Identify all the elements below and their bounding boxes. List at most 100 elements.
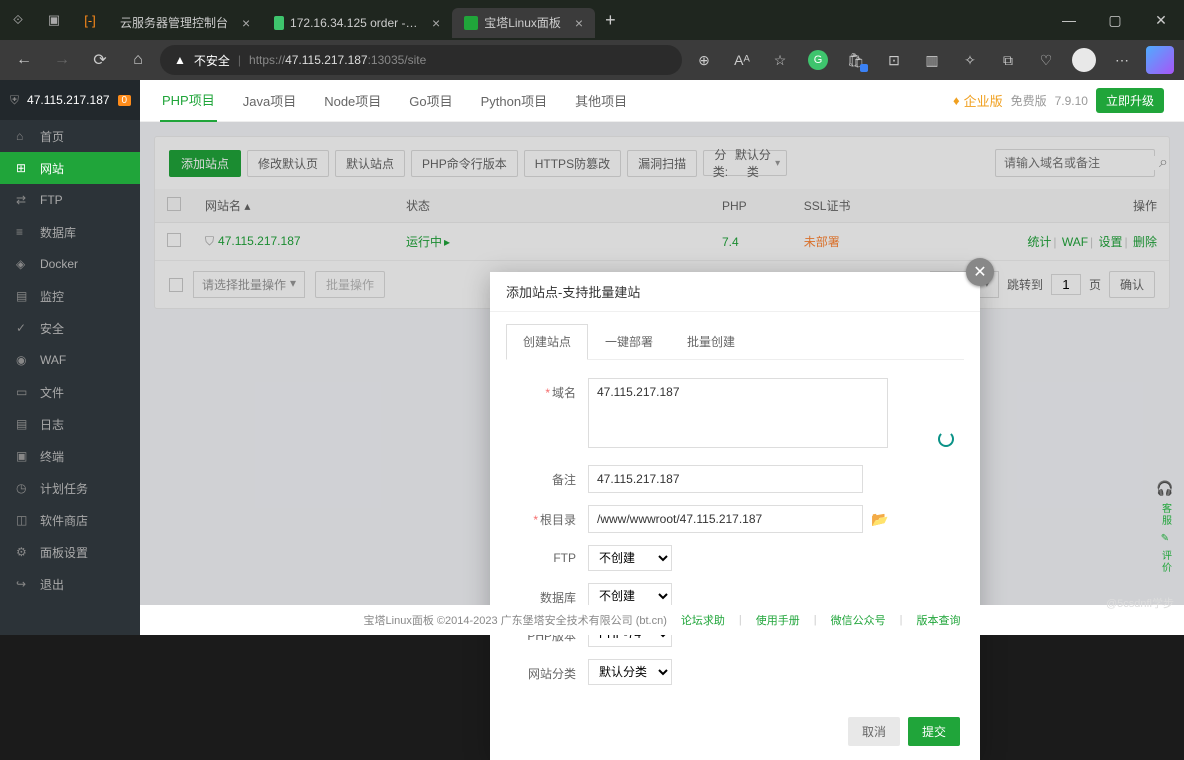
sidebar-icon-10: ▣ [16, 449, 30, 463]
sidebar-icon-13: ⚙ [16, 545, 30, 559]
url-text: https://47.115.217.187:13035/site [249, 53, 426, 67]
sidebar-item-6[interactable]: ✓安全 [0, 312, 140, 344]
sidebar-icon-12: ◫ [16, 513, 30, 527]
sidebar-item-9[interactable]: ▤日志 [0, 408, 140, 440]
main-area: PHP项目 Java项目 Node项目 Go项目 Python项目 其他项目 ♦… [140, 80, 1184, 635]
sidebar-label-2: FTP [40, 193, 63, 207]
footer-link-2[interactable]: 微信公众号 [831, 612, 886, 628]
sidebar-item-14[interactable]: ↪退出 [0, 568, 140, 600]
sidebar-icon-0: ⌂ [16, 129, 30, 143]
tab-0-label: 云服务器管理控制台 [120, 14, 228, 31]
workspace-icon[interactable]: ⟐ [0, 0, 36, 40]
sidebar-icon-8: ▭ [16, 385, 30, 399]
sidebar-label-0: 首页 [40, 128, 64, 145]
sidebar-item-3[interactable]: ≡数据库 [0, 216, 140, 248]
shield-icon: ⛨ [10, 93, 19, 108]
sidebar-item-11[interactable]: ◷ 计划任务 [0, 472, 140, 504]
sidebar-icon-4: ◈ [16, 257, 30, 271]
browser-tab-0[interactable]: 云服务器管理控制台 × [108, 8, 262, 38]
sidebar-item-12[interactable]: ◫ 软件商店 [0, 504, 140, 536]
sidebar-item-5[interactable]: ▤监控 [0, 280, 140, 312]
pro-badge[interactable]: ♦ 企业版 [953, 91, 1003, 110]
sidebar-label-10: 终端 [40, 448, 64, 465]
root-input[interactable] [588, 505, 863, 533]
copilot-icon[interactable] [1144, 44, 1176, 76]
sidebar-item-0[interactable]: ⌂ 首页 [0, 120, 140, 152]
sidebar-icon-2: ⇄ [16, 193, 30, 207]
label-remark: 备注 [510, 465, 576, 488]
tab-1-close-icon[interactable]: × [432, 15, 440, 31]
tab-go[interactable]: Go项目 [407, 80, 454, 122]
browser-tab-2[interactable]: 宝塔Linux面板 × [452, 8, 595, 38]
sidebar: ⛨ 47.115.217.187 0 ⌂ 首页 ⊞网站 ⇄ FTP ≡数据库◈Docker… [0, 80, 140, 635]
collections-icon[interactable]: ▥ [916, 44, 948, 76]
more-icon[interactable]: ⋯ [1106, 44, 1138, 76]
mtab-batch[interactable]: 批量创建 [670, 324, 752, 359]
folder-icon[interactable]: 📂 [871, 511, 888, 528]
sidebar-label-11: 计划任务 [40, 480, 88, 497]
sidebar-alert-badge: 0 [118, 95, 132, 106]
upgrade-button[interactable]: 立即升级 [1096, 88, 1164, 113]
footer-link-1[interactable]: 使用手册 [756, 612, 800, 628]
browser-essentials-icon[interactable]: ♡ [1030, 44, 1062, 76]
modal-close-button[interactable]: ✕ [966, 258, 994, 286]
shopping-icon[interactable]: 🛍 [840, 44, 872, 76]
sidebar-icon-11: ◷ [16, 481, 30, 495]
tab-2-close-icon[interactable]: × [575, 15, 583, 31]
zoom-icon[interactable]: ⊕ [688, 44, 720, 76]
back-button[interactable]: ← [8, 44, 40, 76]
sidebar-item-8[interactable]: ▭文件 [0, 376, 140, 408]
footer: 宝塔Linux面板 ©2014-2023 广东堡塔安全技术有限公司 (bt.cn… [140, 605, 1184, 635]
window-min-button[interactable]: — [1046, 0, 1092, 40]
performance-icon[interactable]: ⧉ [992, 44, 1024, 76]
tab-other[interactable]: 其他项目 [573, 80, 629, 122]
footer-link-3[interactable]: 版本查询 [916, 612, 960, 628]
cancel-button[interactable]: 取消 [848, 717, 900, 746]
footer-link-0[interactable]: 论坛求助 [681, 612, 725, 628]
tab-php[interactable]: PHP项目 [160, 80, 217, 122]
mtab-deploy[interactable]: 一键部署 [588, 324, 670, 359]
sidebar-item-2[interactable]: ⇄ FTP [0, 184, 140, 216]
float-service[interactable]: 客服 [1158, 503, 1173, 527]
insecure-warn-icon: ▲ [174, 53, 186, 67]
tab-java[interactable]: Java项目 [241, 80, 298, 122]
favorite-icon[interactable]: ☆ [764, 44, 796, 76]
new-tab-button[interactable]: + [595, 10, 626, 31]
sidebar-label-12: 软件商店 [40, 512, 88, 529]
home-button[interactable]: ⌂ [122, 44, 154, 76]
category-select[interactable]: 默认分类 [588, 659, 672, 685]
label-db: 数据库 [510, 583, 576, 606]
sidebar-item-7[interactable]: ◉WAF [0, 344, 140, 376]
grammarly-icon[interactable]: G [802, 44, 834, 76]
window-max-button[interactable]: ▢ [1092, 0, 1138, 40]
modal-form: *域名 47.115.217.187 备注 *根目录 [490, 360, 980, 703]
watermark: @5csdnfl学步 [1106, 595, 1174, 611]
favorites-bar-icon[interactable]: ✧ [954, 44, 986, 76]
submit-button[interactable]: 提交 [908, 717, 960, 746]
sidebar-header[interactable]: ⛨ 47.115.217.187 0 [0, 80, 140, 120]
sidebar-item-10[interactable]: ▣ 终端 [0, 440, 140, 472]
sidebar-item-1[interactable]: ⊞网站 [0, 152, 140, 184]
float-headset-icon[interactable]: 🎧 [1156, 480, 1173, 497]
browser-tab-1[interactable]: 172.16.34.125 order - ECS-Workb × [262, 8, 452, 38]
tab-0-close-icon[interactable]: × [242, 15, 250, 31]
tabs-icon[interactable]: ▣ [36, 0, 72, 40]
ftp-select[interactable]: 不创建 [588, 545, 672, 571]
extensions-icon[interactable]: ⊡ [878, 44, 910, 76]
tab-python[interactable]: Python项目 [479, 80, 549, 122]
url-field[interactable]: ▲ 不安全 | https://47.115.217.187:13035/sit… [160, 45, 682, 75]
refresh-button[interactable]: ⟳ [84, 44, 116, 76]
read-aloud-icon[interactable]: Aᴬ [726, 44, 758, 76]
sidebar-ip: 47.115.217.187 [27, 93, 110, 107]
profile-avatar[interactable] [1068, 44, 1100, 76]
window-close-button[interactable]: ✕ [1138, 0, 1184, 40]
float-rate[interactable]: 评价 [1158, 550, 1173, 574]
sidebar-item-13[interactable]: ⚙面板设置 [0, 536, 140, 568]
remark-input[interactable] [588, 465, 863, 493]
float-edit-icon[interactable]: ✎ [1161, 533, 1169, 544]
tab-node[interactable]: Node项目 [322, 80, 383, 122]
sidebar-label-6: 安全 [40, 320, 64, 337]
domain-textarea[interactable]: 47.115.217.187 [588, 378, 888, 448]
sidebar-item-4[interactable]: ◈Docker [0, 248, 140, 280]
mtab-create[interactable]: 创建站点 [506, 324, 588, 360]
